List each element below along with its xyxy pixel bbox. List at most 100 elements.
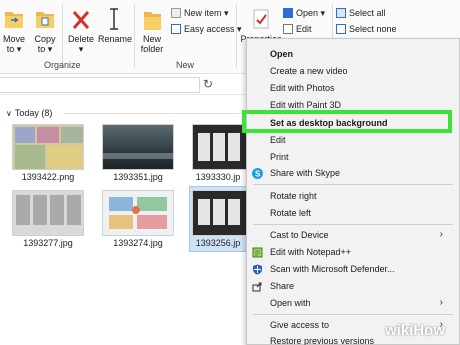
file-thumbnail [192,190,248,236]
open-button[interactable]: Open ▾ [283,8,325,19]
file-name: 1393256.jp [195,238,241,248]
shield-icon [253,264,262,275]
menu-item-label: Open with [270,298,311,308]
rename-button[interactable]: Rename [98,6,133,44]
file-name: 1393274.jpg [113,238,163,248]
menu-item-edit-photos[interactable]: Edit with Photos [247,80,459,96]
select-all-icon [336,8,346,18]
copy-to-label: Copy [34,34,56,44]
ribbon-divider [62,4,63,68]
menu-item-label: Edit with Notepad++ [270,247,352,257]
chevron-right-icon: › [439,229,443,240]
file-name: 1393277.jpg [23,238,73,248]
menu-item-label: Print [270,152,289,162]
easy-access-icon [171,24,181,34]
group-organize-label: Organize [44,60,81,70]
open-icon [283,8,293,18]
select-all-label: Select all [349,8,386,18]
select-none-button[interactable]: Select none [336,24,397,34]
edit-button[interactable]: Edit [283,24,312,34]
menu-item-create-video[interactable]: Create a new video [247,63,459,79]
skype-icon: S [252,168,263,179]
menu-item-label: Edit with Photos [270,83,335,93]
svg-text:S: S [255,170,261,179]
group-divider [64,113,254,114]
menu-item-open[interactable]: Open [247,46,459,62]
menu-item-rotate-left[interactable]: Rotate left [247,205,459,221]
new-item-icon [171,8,181,18]
move-folder-icon [5,12,23,28]
menu-item-label: Share with Skype [270,168,341,178]
file-name: 1393330.jp [195,172,241,182]
easy-access-button[interactable]: Easy access ▾ [171,24,242,35]
edit-icon [283,24,293,34]
menu-item-open-with[interactable]: Open with › [247,295,459,311]
menu-item-edit[interactable]: Edit [247,132,459,148]
menu-item-label: Edit with Paint 3D [270,100,342,110]
menu-separator [253,314,453,315]
menu-item-print[interactable]: Print [247,149,459,165]
file-item[interactable]: 1393277.jpg [8,188,88,252]
move-to-sub: to ▾ [6,44,22,54]
delete-x-icon [72,11,90,29]
new-item-label: New item ▾ [184,8,229,18]
delete-button[interactable]: Delete ▾ [66,6,96,54]
group-header[interactable]: ∨ Today (8) [6,108,52,118]
refresh-icon[interactable]: ↻ [203,77,213,91]
file-thumbnail [12,124,84,170]
new-folder-button[interactable]: New folder [138,6,166,54]
wikihow-watermark: wikiHow [385,322,446,339]
select-none-icon [336,24,346,34]
move-to-button[interactable]: Move to ▾ [2,6,26,54]
ribbon-divider [236,4,237,68]
new-folder-label: New [142,34,161,44]
address-field[interactable] [0,77,200,93]
file-thumbnail [102,190,174,236]
menu-item-notepad[interactable]: Edit with Notepad++ [247,244,459,260]
menu-item-scan-defender[interactable]: Scan with Microsoft Defender... [247,261,459,277]
context-menu: Open Create a new video Edit with Photos… [246,38,460,345]
copy-to-sub: to ▾ [37,44,53,54]
select-all-button[interactable]: Select all [336,8,386,18]
rename-icon [110,8,118,30]
new-folder-sub: folder [140,44,164,54]
group-title: Today (8) [14,108,53,118]
menu-item-label: Share [270,281,295,291]
menu-item-share-skype[interactable]: S Share with Skype [247,165,459,181]
file-item-selected[interactable]: 1393256.jp [188,188,248,252]
move-to-label: Move [2,34,25,44]
ribbon-divider [134,4,135,68]
menu-separator [253,184,453,185]
menu-item-label: Create a new video [270,66,348,76]
menu-item-label: Scan with Microsoft Defender... [270,264,395,274]
chevron-right-icon: › [439,297,443,308]
rename-label: Rename [98,34,133,44]
copy-folder-icon [36,12,54,28]
menu-item-cast-to-device[interactable]: Cast to Device › [247,227,459,243]
new-item-button[interactable]: New item ▾ [171,8,229,19]
file-name: 1393422.png [21,172,75,182]
menu-item-label: Rotate left [270,208,312,218]
menu-separator [253,224,453,225]
menu-item-label: Open [270,49,294,59]
select-none-label: Select none [349,24,397,34]
new-folder-icon [144,12,161,30]
properties-check-icon [253,9,269,29]
annotation-highlight-box [242,110,452,133]
file-thumbnail [192,124,248,170]
chevron-down-icon: ∨ [6,109,12,118]
menu-item-share[interactable]: Share [247,278,459,294]
file-item[interactable]: 1393351.jpg [98,122,178,186]
menu-item-label: Give access to [270,320,330,330]
copy-to-button[interactable]: Copy to ▾ [32,6,58,54]
delete-label: Delete [67,34,94,44]
file-item[interactable]: 1393274.jpg [98,188,178,252]
file-item[interactable]: 1393330.jp [188,122,248,186]
menu-item-label: Restore previous versions [270,336,375,345]
file-thumbnail [102,124,174,170]
menu-item-rotate-right[interactable]: Rotate right [247,188,459,204]
group-new-label: New [176,60,195,70]
delete-sub: ▾ [78,44,84,54]
file-item[interactable]: 1393422.png [8,122,88,186]
share-icon [252,282,262,292]
